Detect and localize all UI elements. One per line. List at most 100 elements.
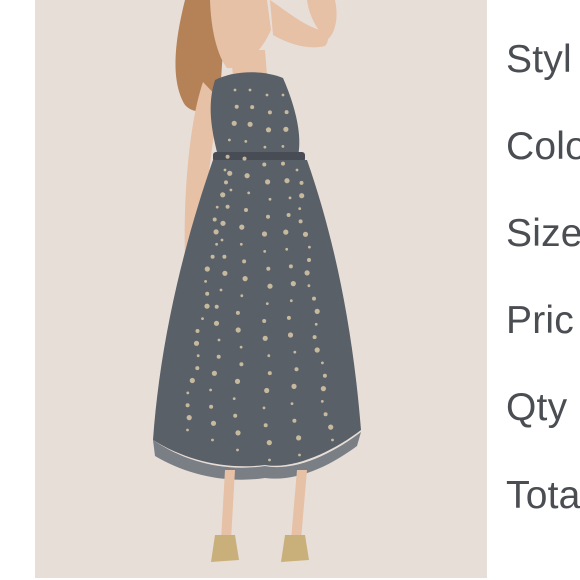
- embroidery-dot: [263, 250, 267, 253]
- price-label: Pric: [506, 299, 574, 342]
- embroidery-dot: [265, 93, 269, 97]
- embroidery-dot: [204, 266, 210, 272]
- embroidery-dot: [267, 371, 272, 376]
- embroidery-dot: [212, 217, 217, 222]
- embroidery-dot: [193, 340, 200, 346]
- embroidery-dot: [304, 270, 310, 276]
- dress-bodice: [210, 72, 300, 160]
- embroidery-dot: [235, 327, 241, 333]
- embroidery-dot: [312, 296, 316, 301]
- embroidery-dot: [228, 138, 231, 142]
- embroidery-dot: [235, 430, 241, 436]
- embroidery-dot: [296, 435, 302, 441]
- embroidery-dot: [235, 310, 240, 315]
- embroidery-dot: [196, 354, 200, 358]
- embroidery-dot: [320, 400, 324, 403]
- embroidery-dot: [209, 388, 213, 392]
- embroidery-dot: [216, 354, 221, 359]
- embroidery-dot: [240, 294, 244, 298]
- embroidery-dot: [263, 145, 267, 149]
- embroidery-dot: [261, 231, 268, 237]
- embroidery-dot: [234, 378, 241, 384]
- embroidery-dot: [211, 438, 214, 442]
- embroidery-dot: [210, 254, 215, 259]
- embroidery-dot: [288, 196, 292, 200]
- embroidery-dot: [299, 193, 305, 199]
- embroidery-dot: [293, 350, 297, 354]
- embroidery-dot: [233, 88, 237, 92]
- embroidery-dot: [267, 354, 271, 358]
- embroidery-dot: [266, 440, 272, 446]
- embroidery-dot: [307, 258, 311, 262]
- embroidery-dot: [281, 161, 285, 166]
- embroidery-dot: [223, 168, 227, 172]
- embroidery-dot: [195, 366, 200, 371]
- embroidery-dot: [263, 423, 268, 428]
- embroidery-dot: [233, 413, 238, 418]
- dress-model-image: [35, 0, 487, 578]
- embroidery-dot: [247, 191, 251, 195]
- embroidery-dot: [312, 335, 317, 340]
- embroidery-dot: [211, 370, 217, 376]
- model-right-shoe: [281, 535, 309, 562]
- embroidery-dot: [189, 377, 195, 384]
- embroidery-dot: [308, 245, 311, 249]
- embroidery-dot: [220, 220, 226, 226]
- embroidery-dot: [265, 179, 271, 185]
- embroidery-dot: [267, 110, 272, 115]
- embroidery-dot: [247, 121, 253, 127]
- embroidery-dot: [217, 338, 221, 342]
- embroidery-dot: [262, 319, 267, 323]
- embroidery-dot: [186, 391, 190, 395]
- quantity-label: Qty: [506, 386, 568, 429]
- embroidery-dot: [242, 156, 247, 161]
- embroidery-dot: [213, 320, 220, 326]
- embroidery-dot: [299, 180, 304, 185]
- color-label: Colo: [506, 125, 580, 168]
- embroidery-dot: [232, 397, 236, 400]
- total-label: Tota: [506, 474, 580, 517]
- embroidery-dot: [331, 438, 334, 442]
- embroidery-dot: [283, 229, 289, 235]
- embroidery-dot: [248, 88, 252, 92]
- embroidery-dot: [186, 415, 192, 421]
- embroidery-dot: [323, 412, 328, 417]
- embroidery-dot: [294, 367, 299, 372]
- embroidery-dot: [314, 322, 318, 326]
- size-label: Size: [506, 212, 580, 255]
- embroidery-dot: [205, 291, 210, 296]
- embroidery-dot: [219, 288, 223, 292]
- embroidery-dot: [220, 238, 224, 242]
- embroidery-dot: [222, 254, 227, 259]
- style-label: Styl: [506, 38, 572, 81]
- product-photo[interactable]: [35, 0, 487, 578]
- embroidery-dot: [322, 373, 327, 378]
- embroidery-dot: [284, 178, 290, 184]
- embroidery-dot: [262, 406, 266, 410]
- embroidery-dot: [244, 140, 248, 143]
- embroidery-dot: [268, 458, 271, 462]
- embroidery-dot: [290, 402, 294, 405]
- embroidery-dot: [239, 345, 243, 349]
- embroidery-dot: [239, 224, 245, 230]
- embroidery-dot: [186, 428, 189, 432]
- embroidery-dot: [215, 242, 219, 246]
- embroidery-dot: [287, 332, 294, 338]
- embroidery-dot: [298, 453, 301, 457]
- embroidery-dot: [289, 299, 293, 303]
- embroidery-dot: [291, 383, 297, 389]
- embroidery-dot: [210, 420, 217, 426]
- embroidery-dot: [267, 283, 273, 289]
- embroidery-dot: [201, 317, 204, 320]
- embroidery-dot: [195, 329, 200, 333]
- model-left-shoe: [211, 535, 239, 562]
- embroidery-dot: [314, 347, 320, 353]
- embroidery-dot: [265, 302, 269, 305]
- embroidery-dot: [328, 424, 334, 430]
- embroidery-dot: [222, 270, 228, 276]
- embroidery-dot: [242, 276, 248, 282]
- embroidery-dot: [286, 213, 291, 217]
- embroidery-dot: [292, 418, 297, 423]
- embroidery-dot: [286, 315, 291, 320]
- embroidery-dot: [266, 266, 271, 271]
